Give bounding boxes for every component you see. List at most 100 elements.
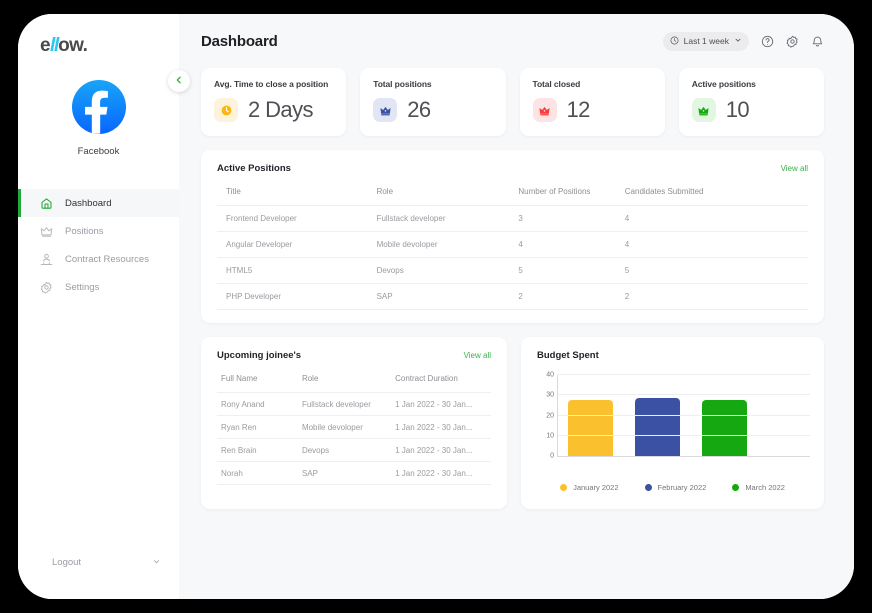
bottom-row: Upcoming joinee's View all Full Name Rol… xyxy=(201,337,824,509)
brand-logo-accent: ll xyxy=(49,35,59,56)
cell-role: SAP xyxy=(376,283,519,310)
table-row[interactable]: Norah SAP 1 Jan 2022 - 30 Jan... xyxy=(217,461,491,485)
upcoming-joinees-panel: Upcoming joinee's View all Full Name Rol… xyxy=(201,337,507,509)
chart-gridline: 40 xyxy=(546,372,810,379)
cell-role: Fullstack developer xyxy=(376,205,519,232)
cell-contract-duration: 1 Jan 2022 - 30 Jan... xyxy=(395,415,491,439)
cell-contract-duration: 1 Jan 2022 - 30 Jan... xyxy=(395,438,491,462)
table-row[interactable]: PHP Developer SAP 2 2 xyxy=(217,283,808,310)
legend-item[interactable]: February 2022 xyxy=(644,483,707,492)
cell-candidates-submitted: 5 xyxy=(624,257,808,284)
content-area: Avg. Time to close a position 2 Days Tot… xyxy=(179,68,854,509)
brand-logo-post: ow. xyxy=(58,35,88,56)
crown-icon xyxy=(532,98,557,122)
cell-role: Devops xyxy=(376,257,519,284)
sidebar-item-label: Positions xyxy=(65,225,104,237)
stat-label: Avg. Time to close a position xyxy=(214,79,329,89)
chart-bar[interactable] xyxy=(702,400,747,456)
people-icon xyxy=(40,253,53,266)
date-range-dropdown[interactable]: Last 1 week xyxy=(662,31,749,51)
view-all-link[interactable]: View all xyxy=(464,351,491,360)
gear-icon[interactable] xyxy=(786,35,799,48)
sidebar-item-dashboard[interactable]: Dashboard xyxy=(18,189,179,217)
sidebar-collapse-button[interactable] xyxy=(168,70,190,92)
cell-number-of-positions: 4 xyxy=(518,231,625,258)
home-icon xyxy=(40,197,53,210)
column-header: Role xyxy=(376,187,394,196)
stat-card-avg-time: Avg. Time to close a position 2 Days xyxy=(201,68,347,136)
chart-bars xyxy=(568,375,810,456)
table-row[interactable]: Rony Anand Fullstack developer 1 Jan 202… xyxy=(217,392,491,416)
table-header-row: Title Role Number of Positions Candidate… xyxy=(217,184,808,206)
logout-label: Logout xyxy=(52,556,82,568)
upcoming-joinees-table: Full Name Role Contract Duration Rony An… xyxy=(217,371,491,485)
chevron-down-icon xyxy=(734,36,742,46)
stat-cards: Avg. Time to close a position 2 Days Tot… xyxy=(201,68,824,136)
table-row[interactable]: Frontend Developer Fullstack developer 3… xyxy=(217,205,808,232)
facebook-icon xyxy=(71,80,126,134)
cell-number-of-positions: 5 xyxy=(518,257,625,284)
cell-candidates-submitted: 4 xyxy=(624,231,808,258)
cell-contract-duration: 1 Jan 2022 - 30 Jan... xyxy=(395,461,491,485)
sidebar-item-label: Contract Resources xyxy=(65,253,149,265)
chart-bar[interactable] xyxy=(568,400,613,456)
chart-y-tick-label: 20 xyxy=(546,412,554,419)
legend-item[interactable]: March 2022 xyxy=(732,483,785,492)
stat-card-active-positions: Active positions 10 xyxy=(678,68,824,136)
crown-icon xyxy=(691,98,716,122)
stat-value: 2 Days xyxy=(248,97,313,122)
bell-icon[interactable] xyxy=(811,35,824,48)
stat-value: 26 xyxy=(407,97,431,122)
table-row[interactable]: Ren Brain Devops 1 Jan 2022 - 30 Jan... xyxy=(217,438,491,462)
gear-icon xyxy=(40,281,53,294)
organization: Facebook xyxy=(18,80,179,157)
cell-role: SAP xyxy=(301,461,396,485)
cell-candidates-submitted: 4 xyxy=(624,205,808,232)
cell-title: HTML5 xyxy=(217,257,377,284)
legend-color-dot xyxy=(560,484,568,491)
stat-label: Active positions xyxy=(691,79,756,89)
panel-title: Active Positions xyxy=(217,163,291,174)
sidebar-item-label: Dashboard xyxy=(65,197,112,209)
table-row[interactable]: HTML5 Devops 5 5 xyxy=(217,257,808,284)
column-header: Contract Duration xyxy=(395,374,458,383)
column-header: Number of Positions xyxy=(518,187,591,196)
budget-spent-chart: 0 10 20 30 40 xyxy=(535,372,810,471)
view-all-link[interactable]: View all xyxy=(781,164,808,173)
chart-y-tick-label: 40 xyxy=(546,371,554,379)
crown-icon xyxy=(373,98,398,122)
chart-plot-area: 0 10 20 30 40 xyxy=(546,372,810,460)
sidebar-nav: Dashboard Positions Contract Resources S… xyxy=(18,189,179,301)
cell-title: Angular Developer xyxy=(217,231,377,258)
cell-full-name: Ren Brain xyxy=(217,438,302,462)
chart-bar[interactable] xyxy=(635,398,680,456)
brand-logo-pre: e xyxy=(40,35,51,56)
organization-name: Facebook xyxy=(77,146,120,157)
legend-color-dot xyxy=(644,484,652,491)
sidebar-item-settings[interactable]: Settings xyxy=(18,273,179,301)
column-header: Full Name xyxy=(221,374,258,383)
crown-icon xyxy=(40,225,53,238)
cell-role: Fullstack developer xyxy=(301,392,396,416)
cell-contract-duration: 1 Jan 2022 - 30 Jan... xyxy=(395,392,491,416)
legend-label: February 2022 xyxy=(657,483,707,492)
legend-item[interactable]: January 2022 xyxy=(560,483,619,492)
chart-y-tick-label: 10 xyxy=(546,432,554,440)
cell-number-of-positions: 3 xyxy=(518,205,625,232)
cell-title: Frontend Developer xyxy=(217,205,377,232)
stat-label: Total positions xyxy=(373,79,432,89)
table-row[interactable]: Angular Developer Mobile devoloper 4 4 xyxy=(217,231,808,258)
panel-title: Upcoming joinee's xyxy=(217,350,302,361)
help-icon[interactable] xyxy=(761,35,774,48)
column-header: Title xyxy=(226,187,241,196)
cell-candidates-submitted: 2 xyxy=(624,283,808,310)
table-row[interactable]: Ryan Ren Mobile devoloper 1 Jan 2022 - 3… xyxy=(217,415,491,439)
active-positions-table: Title Role Number of Positions Candidate… xyxy=(217,184,808,310)
sidebar-item-positions[interactable]: Positions xyxy=(18,217,179,245)
top-bar-actions: Last 1 week xyxy=(662,31,824,51)
sidebar-item-contract-resources[interactable]: Contract Resources xyxy=(18,245,179,273)
chart-gridline: 20 xyxy=(546,412,810,419)
brand: ellow. xyxy=(18,14,179,64)
logout-button[interactable]: Logout xyxy=(18,549,179,581)
cell-full-name: Ryan Ren xyxy=(217,415,302,439)
